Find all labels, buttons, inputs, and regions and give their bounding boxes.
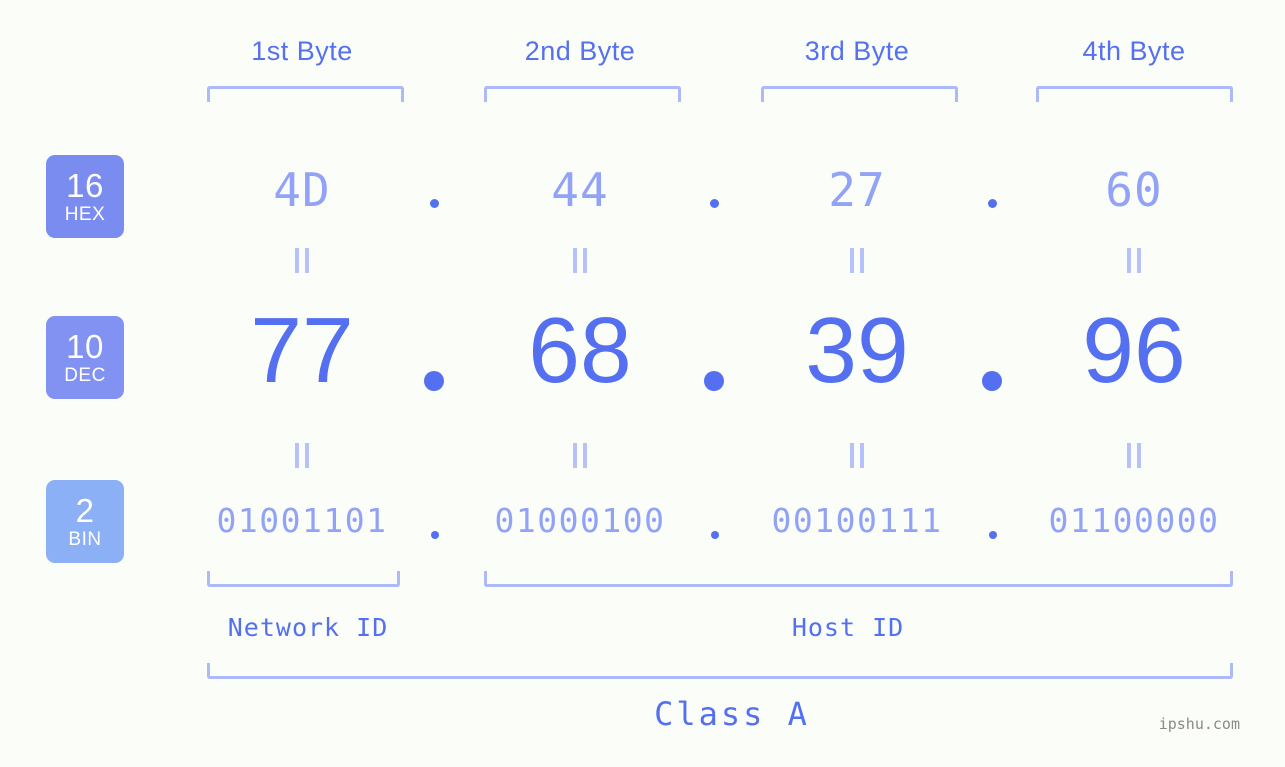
base-badge-hex-name: HEX bbox=[64, 204, 106, 225]
base-badge-dec-number: 10 bbox=[66, 328, 104, 365]
host-id-bracket bbox=[484, 571, 1233, 587]
host-id-label: Host ID bbox=[791, 613, 905, 642]
bin-byte-4: 01100000 bbox=[1048, 501, 1220, 540]
class-bracket bbox=[207, 663, 1233, 679]
base-badge-bin-name: BIN bbox=[68, 529, 102, 550]
equality-mark-hex-dec-3 bbox=[747, 248, 967, 273]
dec-byte-1: 77 bbox=[250, 298, 354, 402]
equality-mark-dec-bin-1 bbox=[192, 443, 412, 468]
base-badge-bin-number: 2 bbox=[75, 492, 95, 529]
dec-byte-4: 96 bbox=[1082, 298, 1186, 402]
watermark: ipshu.com bbox=[1158, 715, 1240, 733]
bin-separator-dot-1 bbox=[431, 531, 439, 539]
equality-mark-dec-bin-4 bbox=[1024, 443, 1244, 468]
hex-byte-3: 27 bbox=[828, 163, 886, 217]
hex-separator-dot-2 bbox=[710, 199, 719, 208]
equality-mark-hex-dec-1 bbox=[192, 248, 412, 273]
hex-separator-dot-3 bbox=[988, 199, 997, 208]
base-badge-hex: 16 HEX bbox=[46, 155, 124, 238]
base-badge-hex-number: 16 bbox=[66, 167, 104, 204]
hex-byte-1: 4D bbox=[273, 163, 331, 217]
dec-separator-dot-1 bbox=[424, 371, 444, 391]
bin-byte-2: 01000100 bbox=[494, 501, 666, 540]
dec-byte-3: 39 bbox=[805, 298, 909, 402]
hex-byte-4: 60 bbox=[1105, 163, 1163, 217]
base-badge-dec-name: DEC bbox=[64, 365, 106, 386]
base-badge-dec: 10 DEC bbox=[46, 316, 124, 399]
byte-header-2: 2nd Byte bbox=[524, 36, 636, 66]
byte-header-3: 3rd Byte bbox=[804, 36, 910, 66]
equality-mark-hex-dec-2 bbox=[470, 248, 690, 273]
equality-mark-dec-bin-3 bbox=[747, 443, 967, 468]
dec-separator-dot-3 bbox=[982, 371, 1002, 391]
bin-separator-dot-3 bbox=[989, 531, 997, 539]
ip-address-breakdown-diagram: 1st Byte 2nd Byte 3rd Byte 4th Byte 16 H… bbox=[0, 0, 1285, 767]
dec-separator-dot-2 bbox=[704, 371, 724, 391]
equality-mark-dec-bin-2 bbox=[470, 443, 690, 468]
class-label: Class A bbox=[654, 695, 810, 733]
hex-separator-dot-1 bbox=[430, 199, 439, 208]
hex-byte-2: 44 bbox=[551, 163, 609, 217]
bin-byte-1: 01001101 bbox=[216, 501, 388, 540]
bin-byte-3: 00100111 bbox=[771, 501, 943, 540]
byte-bracket-2 bbox=[484, 86, 681, 102]
bin-separator-dot-2 bbox=[711, 531, 719, 539]
network-id-bracket bbox=[207, 571, 400, 587]
network-id-label: Network ID bbox=[227, 613, 389, 642]
byte-bracket-3 bbox=[761, 86, 958, 102]
byte-bracket-1 bbox=[207, 86, 404, 102]
byte-bracket-4 bbox=[1036, 86, 1233, 102]
byte-header-1: 1st Byte bbox=[251, 36, 353, 66]
equality-mark-hex-dec-4 bbox=[1024, 248, 1244, 273]
dec-byte-2: 68 bbox=[528, 298, 632, 402]
base-badge-bin: 2 BIN bbox=[46, 480, 124, 563]
byte-header-4: 4th Byte bbox=[1082, 36, 1186, 66]
